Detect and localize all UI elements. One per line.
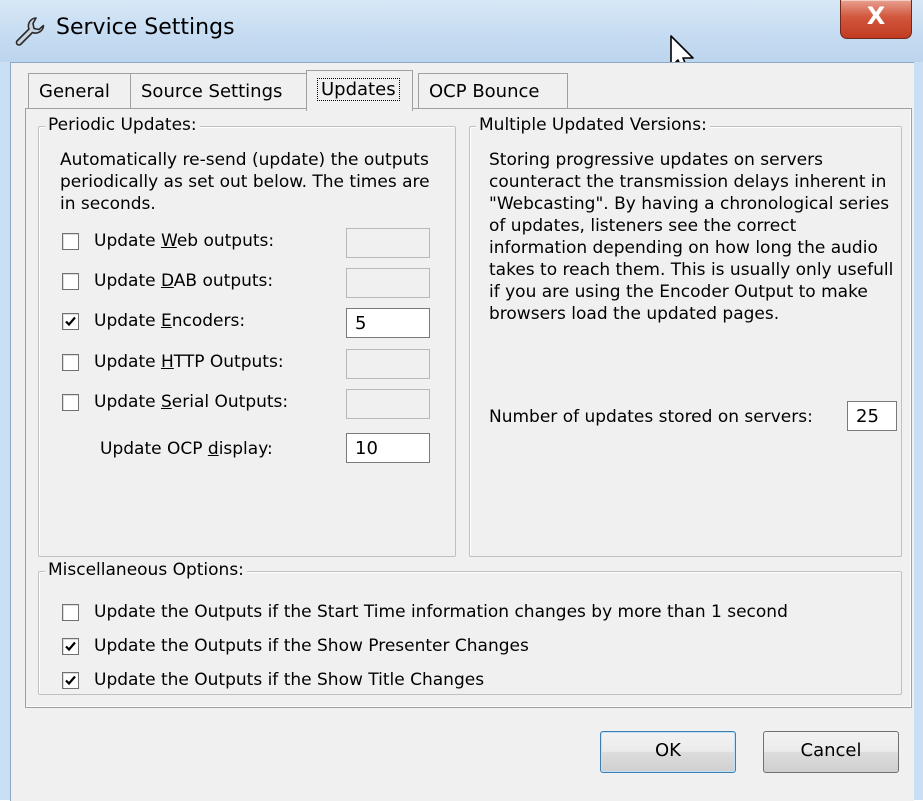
updates-stored-field[interactable]: 25 <box>847 401 897 431</box>
tab-source-settings[interactable]: Source Settings <box>130 73 308 109</box>
update-dab-outputs-row[interactable]: Update DAB outputs: <box>62 268 273 294</box>
presenter-checkbox[interactable] <box>62 637 79 655</box>
misc-option-title[interactable]: Update the Outputs if the Show Title Cha… <box>62 667 484 693</box>
periodic-updates-title: Periodic Updates: <box>45 115 200 135</box>
updates-tab-panel: Periodic Updates: Automatically re-send … <box>25 108 912 708</box>
update-web-outputs-checkbox[interactable] <box>62 232 79 250</box>
tab-updates[interactable]: Updates <box>306 70 413 111</box>
title-checkbox[interactable] <box>62 671 79 689</box>
dab-outputs-interval-field[interactable] <box>346 268 430 298</box>
tab-ocp-bounce[interactable]: OCP Bounce <box>418 73 568 109</box>
http-outputs-interval-field[interactable] <box>346 349 430 379</box>
misc-options-title: Miscellaneous Options: <box>45 560 247 580</box>
update-web-outputs-row[interactable]: Update Web outputs: <box>62 228 274 254</box>
multiple-versions-description: Storing progressive updates on servers c… <box>489 150 894 324</box>
tab-general[interactable]: General <box>28 73 132 109</box>
misc-option-presenter[interactable]: Update the Outputs if the Show Presenter… <box>62 633 529 659</box>
window-title: Service Settings <box>56 15 235 40</box>
service-settings-window: Service Settings X General Source Settin… <box>0 0 923 801</box>
update-serial-outputs-row[interactable]: Update Serial Outputs: <box>62 389 288 415</box>
encoders-interval-field[interactable]: 5 <box>346 308 430 338</box>
multiple-versions-title: Multiple Updated Versions: <box>476 115 710 135</box>
checkmark-icon <box>65 316 76 326</box>
update-http-outputs-row[interactable]: Update HTTP Outputs: <box>62 349 284 375</box>
periodic-updates-group: Periodic Updates: Automatically re-send … <box>38 115 456 557</box>
updates-stored-label: Number of updates stored on servers: <box>489 407 813 427</box>
update-dab-outputs-checkbox[interactable] <box>62 272 79 290</box>
misc-options-group: Miscellaneous Options: Update the Output… <box>38 560 902 695</box>
web-outputs-interval-field[interactable] <box>346 228 430 258</box>
ocp-display-interval-field[interactable]: 10 <box>346 433 430 463</box>
checkmark-icon <box>65 641 76 651</box>
update-http-outputs-checkbox[interactable] <box>62 353 79 371</box>
update-encoders-checkbox[interactable] <box>62 312 79 330</box>
dialog-client-area: General Source Settings Updates OCP Boun… <box>10 62 914 801</box>
ok-button[interactable]: OK <box>600 731 736 773</box>
serial-outputs-interval-field[interactable] <box>346 389 430 419</box>
wrench-icon <box>15 17 45 46</box>
start-time-checkbox[interactable] <box>62 603 79 621</box>
checkmark-icon <box>65 675 76 685</box>
multiple-versions-group: Multiple Updated Versions: Storing progr… <box>469 115 902 557</box>
title-bar[interactable]: Service Settings X <box>0 0 923 62</box>
update-serial-outputs-checkbox[interactable] <box>62 393 79 411</box>
close-icon: X <box>866 2 886 30</box>
periodic-updates-description: Automatically re-send (update) the outpu… <box>60 150 430 214</box>
update-encoders-row[interactable]: Update Encoders: <box>62 308 245 334</box>
misc-option-start-time[interactable]: Update the Outputs if the Start Time inf… <box>62 599 788 625</box>
close-button[interactable]: X <box>840 0 912 39</box>
update-ocp-display-label: Update OCP display: <box>100 439 273 459</box>
cancel-button[interactable]: Cancel <box>763 731 899 773</box>
